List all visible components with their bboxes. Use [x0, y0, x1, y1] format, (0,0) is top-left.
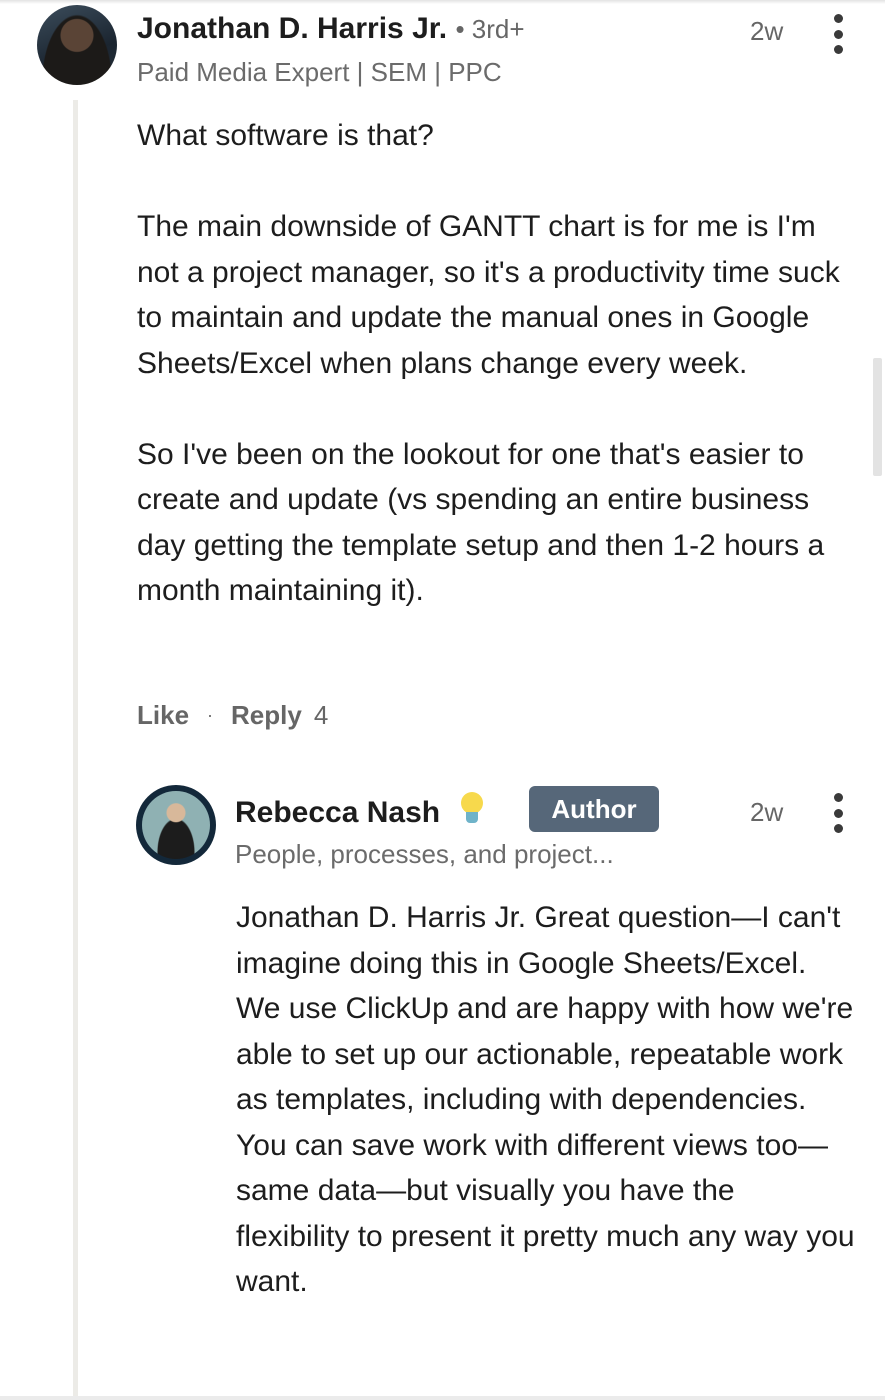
connection-degree: • 3rd+: [455, 14, 525, 44]
top-edge-shadow: [0, 0, 885, 4]
thread-line: [73, 100, 78, 1400]
lightbulb-icon: [460, 792, 484, 826]
reply-count[interactable]: 4: [314, 700, 328, 731]
comment-paragraph: So I've been on the lookout for one that…: [137, 437, 825, 608]
comment-body: What software is that? The main downside…: [137, 113, 857, 614]
comment-timestamp: 2w: [750, 16, 784, 46]
commenter-headline: Paid Media Expert | SEM | PPC: [137, 57, 502, 87]
more-vertical-icon[interactable]: [830, 14, 846, 54]
comment-paragraph: The main downside of GANTT chart is for …: [137, 210, 840, 380]
commenter-name[interactable]: Jonathan D. Harris Jr.: [137, 12, 447, 45]
author-badge: Author: [529, 786, 659, 832]
comment-actions: Like · Reply 4: [137, 700, 328, 731]
like-button[interactable]: Like: [137, 700, 189, 731]
replier-headline: People, processes, and project...: [235, 839, 614, 869]
replier-avatar[interactable]: [136, 785, 216, 865]
reply-button[interactable]: Reply: [231, 700, 302, 731]
more-vertical-icon[interactable]: [830, 793, 846, 833]
reply-timestamp: 2w: [750, 797, 784, 827]
commenter-avatar[interactable]: [37, 5, 117, 85]
action-separator: ·: [207, 705, 214, 725]
commenter-name-row: Jonathan D. Harris Jr. • 3rd+: [137, 12, 525, 46]
comment-paragraph: What software is that?: [137, 119, 434, 152]
reply-text: Jonathan D. Harris Jr. Great question—I …: [236, 901, 855, 1298]
reply-body: Jonathan D. Harris Jr. Great question—I …: [236, 895, 856, 1305]
replier-name-row: Rebecca Nash: [235, 792, 484, 830]
replier-name[interactable]: Rebecca Nash: [235, 796, 440, 829]
scrollbar[interactable]: [873, 358, 882, 476]
bottom-edge: [0, 1396, 885, 1400]
